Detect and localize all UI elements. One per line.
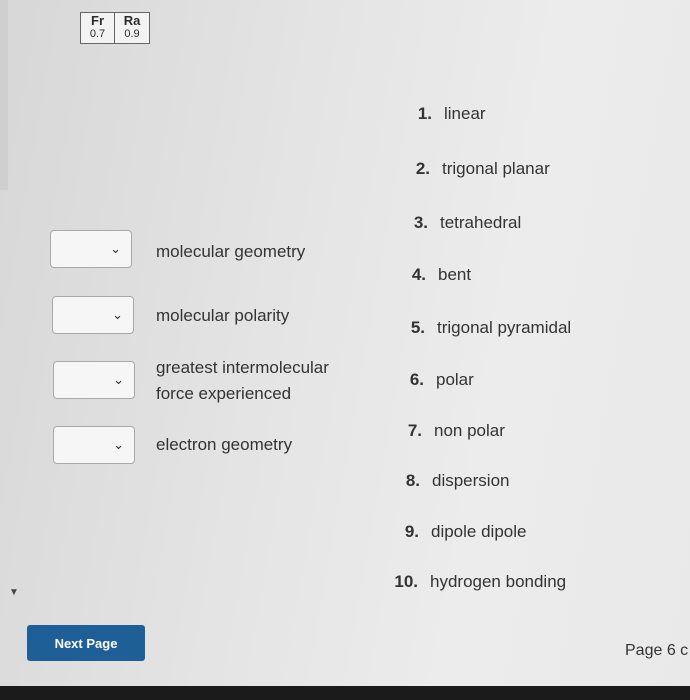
- choice-label: polar: [436, 370, 474, 389]
- cursor-icon: ▼: [9, 587, 19, 598]
- choice-number: 4.: [411, 265, 426, 284]
- chevron-down-icon: ⌄: [110, 241, 121, 256]
- answer-dropdown-2[interactable]: ⌄: [52, 296, 134, 334]
- choice-item-2: 2. trigonal planar: [392, 159, 550, 179]
- choice-label: tetrahedral: [440, 213, 522, 232]
- question-prompt-2: molecular polarity: [156, 306, 290, 325]
- choice-number: 10.: [394, 572, 418, 591]
- choice-label: dispersion: [432, 471, 510, 490]
- answer-dropdown-3[interactable]: ⌄: [53, 361, 135, 399]
- side-strip: [0, 0, 8, 190]
- chevron-down-icon: ⌄: [112, 307, 123, 322]
- choice-item-9: 9. dipole dipole: [381, 522, 527, 542]
- chevron-down-icon: ⌄: [113, 437, 124, 452]
- question-prompt-4: electron geometry: [156, 435, 293, 454]
- choice-label: dipole dipole: [431, 522, 527, 541]
- screen-bezel: [0, 686, 690, 700]
- answer-dropdown-4[interactable]: ⌄: [53, 426, 135, 464]
- choice-item-8: 8. dispersion: [382, 471, 510, 491]
- choice-number: 2.: [415, 159, 430, 178]
- choice-number: 5.: [410, 318, 425, 337]
- element-cell-radium: Ra 0.9: [115, 13, 149, 43]
- choice-item-4: 4. bent: [388, 265, 471, 285]
- choice-number: 3.: [413, 213, 428, 232]
- choice-item-1: 1. linear: [394, 104, 486, 124]
- choice-number: 8.: [405, 471, 420, 490]
- choice-item-5: 5. trigonal pyramidal: [387, 318, 571, 338]
- answer-dropdown-1[interactable]: ⌄: [50, 230, 132, 268]
- periodic-table-fragment: Fr 0.7 Ra 0.9: [80, 12, 150, 44]
- question-prompt-1: molecular geometry: [156, 242, 306, 261]
- choice-label: trigonal planar: [442, 159, 550, 178]
- screen: Fr 0.7 Ra 0.9 ⌄ molecular geometry ⌄ mol…: [0, 0, 690, 686]
- chevron-down-icon: ⌄: [113, 372, 124, 387]
- choice-item-6: 6. polar: [386, 370, 474, 390]
- choice-number: 1.: [417, 104, 432, 123]
- element-value: 0.7: [89, 28, 106, 40]
- element-symbol: Fr: [91, 13, 104, 28]
- next-page-button[interactable]: Next Page: [27, 625, 145, 661]
- choice-item-10: 10. hydrogen bonding: [380, 572, 566, 592]
- question-prompt-3: greatest intermolecular force experience…: [156, 358, 329, 403]
- choice-label: bent: [438, 265, 472, 284]
- element-symbol: Ra: [123, 13, 141, 28]
- choice-label: linear: [444, 104, 486, 123]
- choice-item-7: 7. non polar: [384, 421, 505, 441]
- choice-item-3: 3. tetrahedral: [390, 213, 521, 233]
- choice-number: 7.: [407, 421, 422, 440]
- choice-number: 9.: [404, 522, 419, 541]
- choice-label: trigonal pyramidal: [437, 318, 572, 337]
- page-indicator: Page 6 c: [625, 642, 689, 659]
- element-cell-francium: Fr 0.7: [81, 13, 115, 43]
- element-value: 0.9: [124, 28, 140, 40]
- choice-label: non polar: [434, 421, 505, 440]
- choice-number: 6.: [409, 370, 424, 389]
- choice-label: hydrogen bonding: [430, 572, 567, 591]
